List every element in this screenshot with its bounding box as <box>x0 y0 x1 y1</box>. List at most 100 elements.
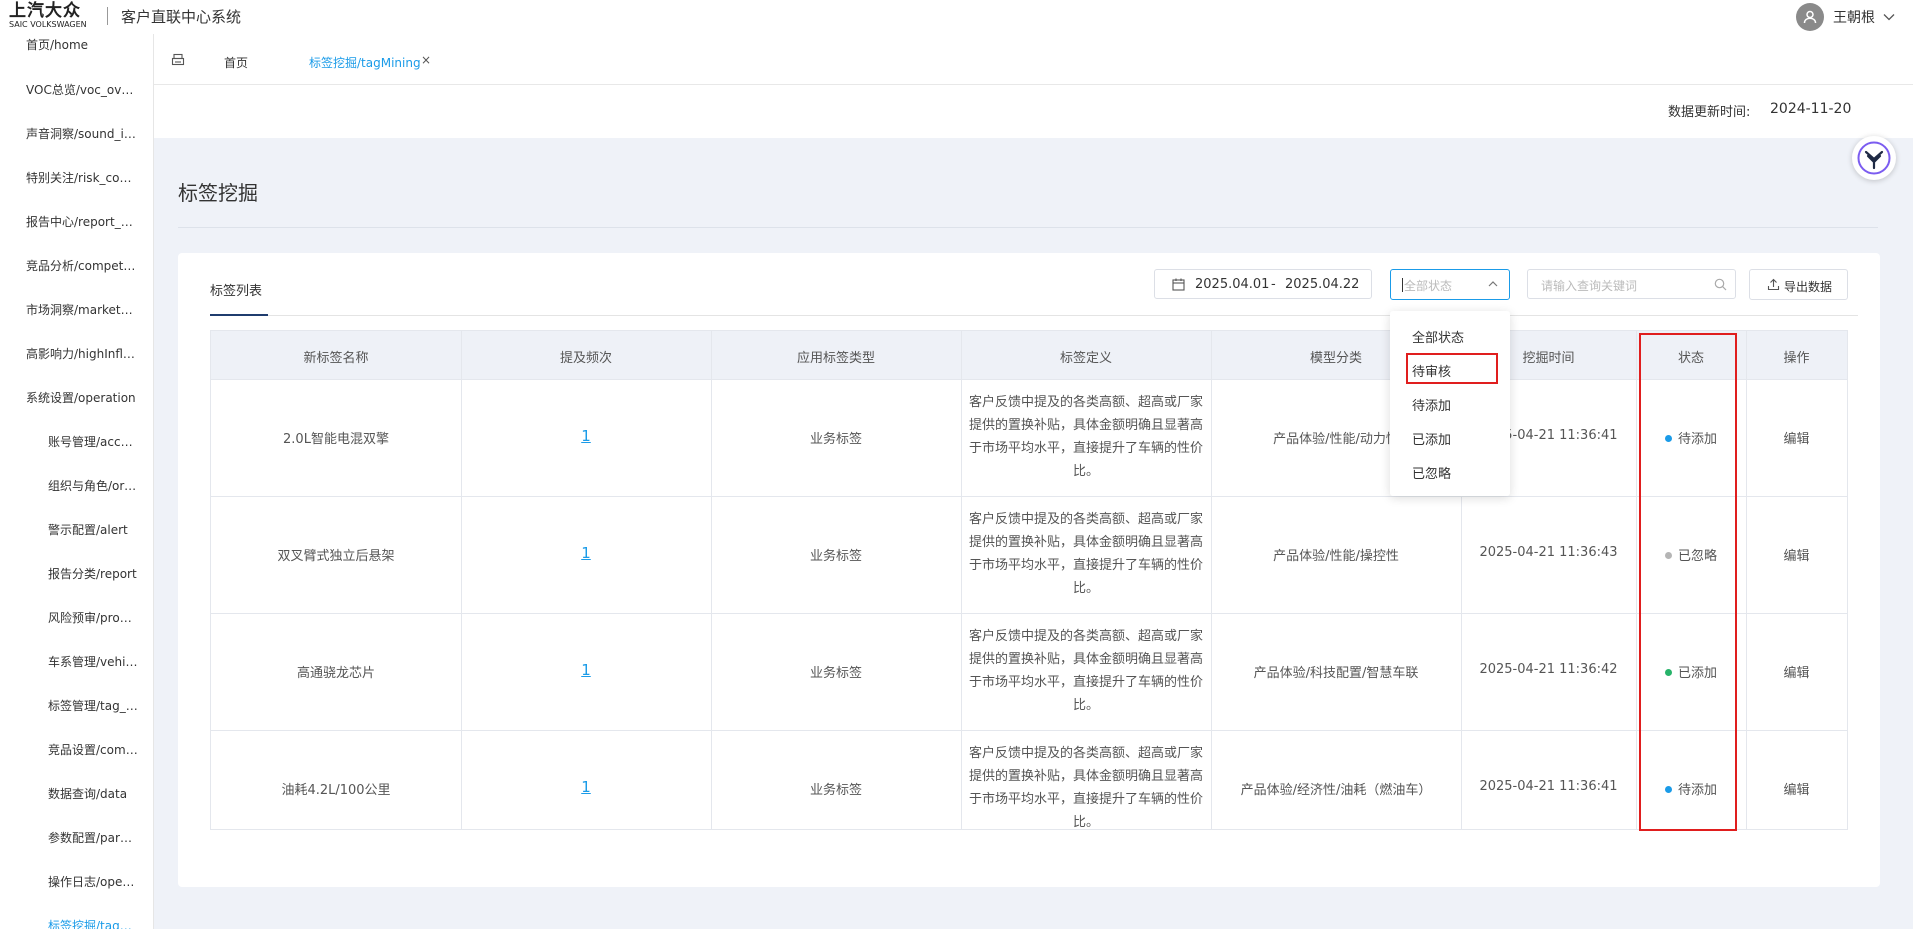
sidebar-item-operation-log[interactable]: 操作日志/operation <box>48 873 138 890</box>
sidebar: 首页/home VOC总览/voc_overview 声音洞察/sound_in… <box>0 34 154 929</box>
tag-type: 业务标签 <box>809 783 862 798</box>
sidebar-item-competition[interactable]: 竞品分析/competition <box>26 257 138 274</box>
model-category: 产品体验/科技配置/智慧车联 <box>1253 666 1419 681</box>
frequency-link[interactable]: 1 <box>461 778 711 796</box>
frequency-link[interactable]: 1 <box>461 661 711 679</box>
sidebar-item-tag-manage[interactable]: 标签管理/tag_manage <box>48 697 138 714</box>
table-row: 高通骁龙芯片 1 业务标签 客户反馈中提及的各类高额、超高或厂家提供的置换补贴，… <box>211 613 1847 731</box>
mining-time: 2025-04-21 11:36:43 <box>1479 545 1618 560</box>
update-time-label: 数据更新时间: <box>1668 105 1751 120</box>
sidebar-item-vehicle[interactable]: 车系管理/vehicle <box>48 653 138 670</box>
sidebar-item-tag-mining[interactable]: 标签挖掘/tagMining <box>48 917 138 929</box>
sidebar-item-alert[interactable]: 警示配置/alert <box>48 521 138 538</box>
system-title: 客户直联中心系统 <box>121 8 242 26</box>
dropdown-option-added[interactable]: 已添加 <box>1412 429 1451 448</box>
print-icon[interactable] <box>171 53 185 67</box>
col-header-name: 新标签名称 <box>303 351 369 366</box>
sidebar-item-organization[interactable]: 组织与角色/organization <box>48 477 138 494</box>
tag-name: 双叉臂式独立后悬架 <box>277 549 395 564</box>
tag-table: 新标签名称 提及频次 应用标签类型 标签定义 模型分类 挖掘时间 状态 操作 2… <box>210 330 1848 830</box>
logo-english: SAIC VOLKSWAGEN <box>9 20 87 29</box>
top-bar: 上汽大众 SAIC VOLKSWAGEN 客户直联中心系统 王朝根 <box>0 0 1913 34</box>
frequency-link[interactable]: 1 <box>461 544 711 562</box>
sidebar-item-problem[interactable]: 风险预审/problem <box>48 609 138 626</box>
table-header: 新标签名称 提及频次 应用标签类型 标签定义 模型分类 挖掘时间 状态 操作 <box>211 331 1847 380</box>
dropdown-option-pending-add[interactable]: 待添加 <box>1412 395 1451 414</box>
model-category: 产品体验/经济性/油耗（燃油车） <box>1240 783 1432 798</box>
sidebar-item-sound-insight[interactable]: 声音洞察/sound_insight <box>26 125 138 142</box>
avatar[interactable] <box>1796 3 1824 31</box>
sidebar-item-competition-settings[interactable]: 竞品设置/competition <box>48 741 138 758</box>
date-start[interactable]: 2025.04.01 <box>1195 277 1269 292</box>
tag-type: 业务标签 <box>809 432 862 447</box>
search-placeholder: 请输入查询关键词 <box>1541 279 1638 293</box>
table-row: 双叉臂式独立后悬架 1 业务标签 客户反馈中提及的各类高额、超高或厂家提供的置换… <box>211 496 1847 614</box>
sidebar-item-account[interactable]: 账号管理/account <box>48 433 138 450</box>
tag-list-card: 标签列表 2025.04.01 - 2025.04.22 全部状态 请输入查询关… <box>178 253 1880 887</box>
col-header-type: 应用标签类型 <box>796 351 875 366</box>
mining-time: 2025-04-21 11:36:42 <box>1479 662 1618 677</box>
date-end[interactable]: 2025.04.22 <box>1285 277 1359 292</box>
tab-home[interactable]: 首页 <box>224 54 248 71</box>
search-icon[interactable] <box>1714 278 1727 291</box>
export-icon <box>1767 278 1780 291</box>
col-header-action: 操作 <box>1783 351 1810 366</box>
brand-logo[interactable]: 上汽大众 SAIC VOLKSWAGEN <box>9 2 87 29</box>
user-menu[interactable]: 王朝根 <box>1796 3 1895 31</box>
edit-link[interactable]: 编辑 <box>1746 428 1847 447</box>
mining-time: 2025-04-21 11:36:41 <box>1479 779 1618 794</box>
frequency-link[interactable]: 1 <box>461 427 711 445</box>
update-time-value: 2024-11-20 <box>1770 101 1852 117</box>
sidebar-item-home[interactable]: 首页/home <box>26 36 138 53</box>
text-cursor <box>1402 278 1403 292</box>
export-label: 导出数据 <box>1784 280 1833 294</box>
tab-tag-list[interactable]: 标签列表 <box>210 280 262 299</box>
status-column-highlight <box>1639 333 1737 831</box>
date-separator: - <box>1271 277 1276 292</box>
edit-link[interactable]: 编辑 <box>1746 545 1847 564</box>
user-name: 王朝根 <box>1833 10 1875 26</box>
tabs-bar: 首页 标签挖掘/tagMining × <box>154 34 1913 85</box>
option-highlight <box>1406 353 1498 384</box>
tag-type: 业务标签 <box>809 549 862 564</box>
close-icon[interactable]: × <box>421 53 431 67</box>
title-divider-line <box>178 227 1878 228</box>
calendar-icon <box>1172 278 1185 291</box>
tag-definition: 客户反馈中提及的各类高额、超高或厂家提供的置换补贴，具体金额明确且显著高于市场平… <box>968 629 1203 713</box>
edit-link[interactable]: 编辑 <box>1746 779 1847 798</box>
sidebar-item-voc-overview[interactable]: VOC总览/voc_overview <box>26 81 138 98</box>
assistant-logo-icon <box>1857 141 1891 175</box>
title-divider <box>107 7 108 25</box>
sidebar-item-report-center[interactable]: 报告中心/report_center <box>26 213 138 230</box>
chevron-down-icon[interactable] <box>1883 13 1895 21</box>
sidebar-item-parameter[interactable]: 参数配置/parameter <box>48 829 138 846</box>
sidebar-item-market-insight[interactable]: 市场洞察/market_insight <box>26 301 138 318</box>
sidebar-item-data-query[interactable]: 数据查询/data <box>48 785 138 802</box>
date-range-picker[interactable]: 2025.04.01 - 2025.04.22 <box>1154 269 1372 299</box>
edit-link[interactable]: 编辑 <box>1746 662 1847 681</box>
tag-name: 2.0L智能电混双擎 <box>283 432 389 447</box>
update-bar: 数据更新时间: 2024-11-20 <box>154 85 1913 138</box>
status-dropdown-menu: 全部状态 待审核 待添加 已添加 已忽略 <box>1390 311 1510 496</box>
sidebar-item-risk-control[interactable]: 特别关注/risk_control <box>26 169 138 186</box>
tab-tag-mining[interactable]: 标签挖掘/tagMining <box>309 54 421 71</box>
assistant-button[interactable] <box>1852 136 1896 180</box>
chevron-up-icon <box>1488 281 1498 287</box>
search-input[interactable]: 请输入查询关键词 <box>1527 269 1736 299</box>
model-category: 产品体验/性能/操控性 <box>1273 549 1399 564</box>
sidebar-item-high-influence[interactable]: 高影响力/highInfluence <box>26 345 138 362</box>
status-select[interactable]: 全部状态 <box>1390 269 1510 300</box>
tag-name: 油耗4.2L/100公里 <box>281 783 391 798</box>
dropdown-option-all[interactable]: 全部状态 <box>1412 327 1464 346</box>
page-title: 标签挖掘 <box>178 181 258 205</box>
dropdown-option-ignored[interactable]: 已忽略 <box>1412 463 1451 482</box>
col-header-frequency: 提及频次 <box>559 351 612 366</box>
col-header-definition: 标签定义 <box>1059 351 1112 366</box>
tag-definition: 客户反馈中提及的各类高额、超高或厂家提供的置换补贴，具体金额明确且显著高于市场平… <box>968 395 1203 479</box>
export-button[interactable]: 导出数据 <box>1749 269 1848 300</box>
logo-chinese: 上汽大众 <box>9 1 81 21</box>
tag-definition: 客户反馈中提及的各类高额、超高或厂家提供的置换补贴，具体金额明确且显著高于市场平… <box>968 746 1203 830</box>
sidebar-item-report-category[interactable]: 报告分类/report <box>48 565 138 582</box>
user-icon <box>1803 10 1817 24</box>
sidebar-item-operation[interactable]: 系统设置/operation <box>26 389 138 406</box>
